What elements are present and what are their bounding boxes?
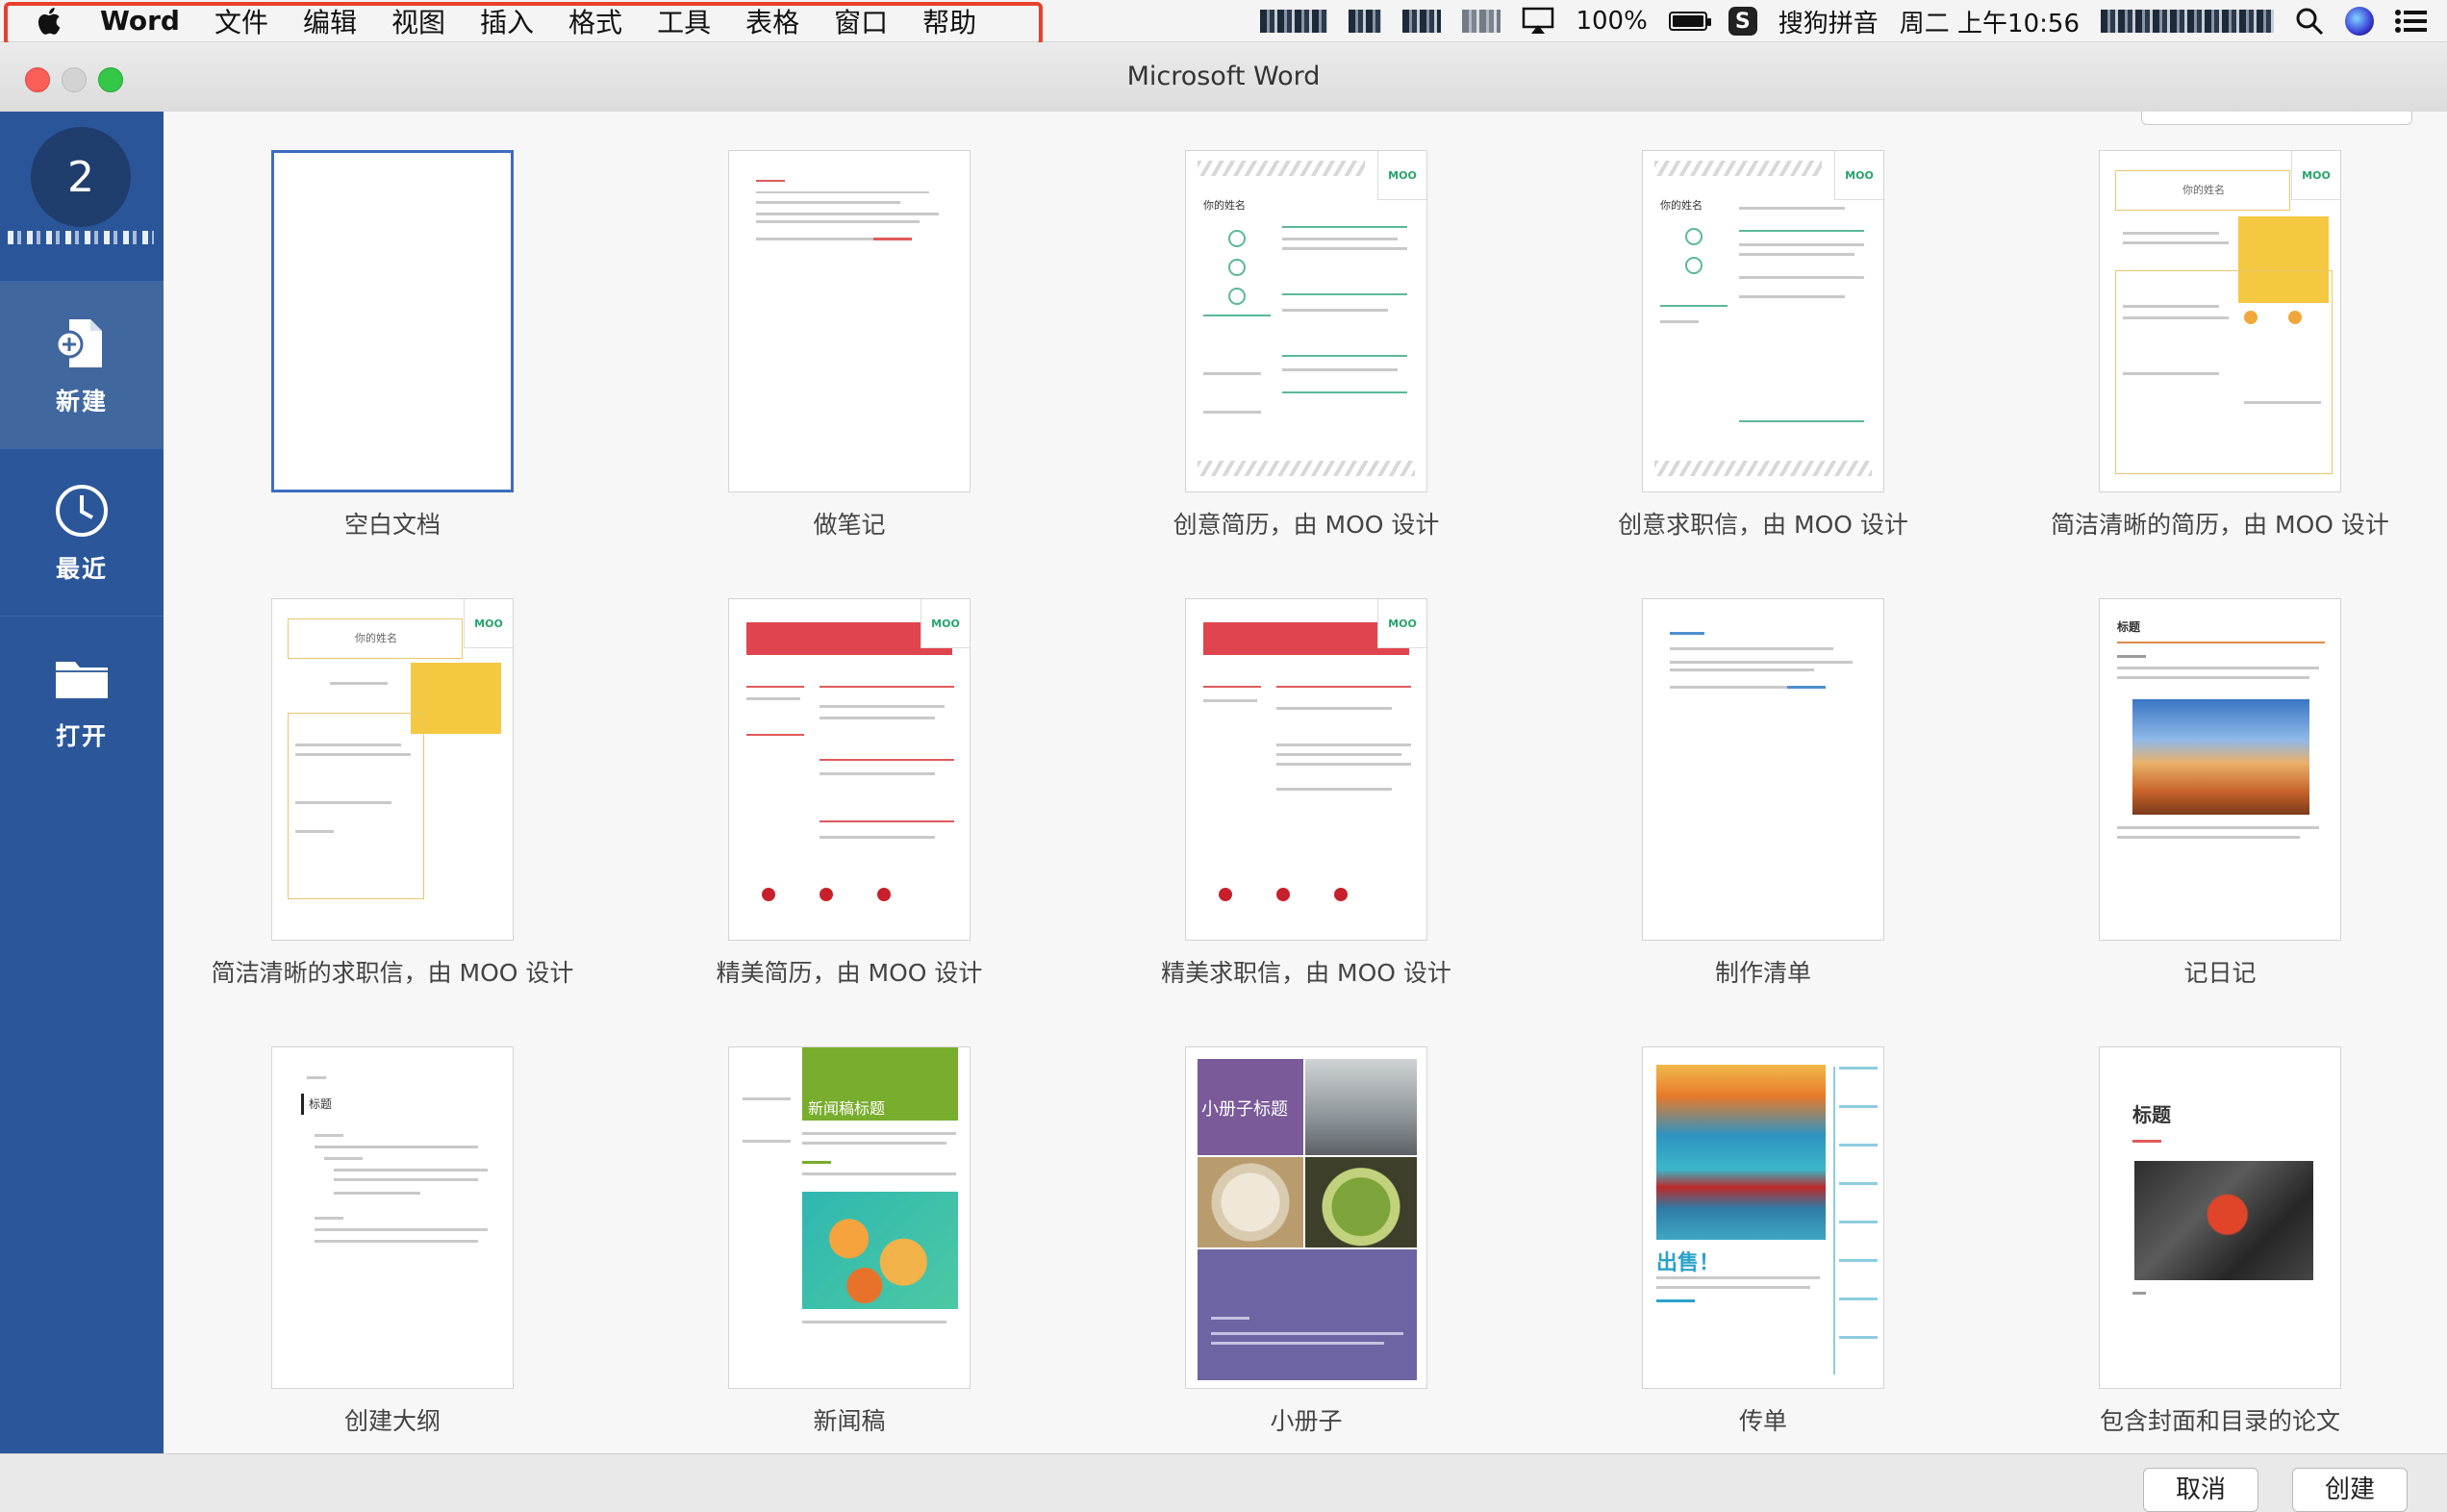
status-extra-icon[interactable] bbox=[1402, 10, 1442, 33]
new-document-icon bbox=[55, 318, 102, 367]
menu-window[interactable]: 窗口 bbox=[834, 2, 888, 40]
template-thumbnail[interactable] bbox=[728, 150, 971, 492]
template-label: 制作清单 bbox=[1714, 959, 1811, 987]
apple-icon[interactable] bbox=[33, 4, 67, 38]
template-polished-resume-moo[interactable]: MOO 精美简历，由 MOO 设计 bbox=[620, 598, 982, 1050]
status-extra-icon[interactable] bbox=[1260, 10, 1328, 33]
menu-insert[interactable]: 插入 bbox=[480, 2, 534, 40]
menu-format[interactable]: 格式 bbox=[568, 2, 622, 40]
menu-file[interactable]: 文件 bbox=[214, 2, 268, 40]
menu-bar: Word 文件 编辑 视图 插入 格式 工具 表格 窗口 帮助 100% S 搜… bbox=[0, 0, 2447, 46]
template-create-outline[interactable]: 标题 创建大纲 bbox=[164, 1046, 519, 1453]
input-method-label[interactable]: 搜狗拼音 bbox=[1778, 4, 1879, 39]
moo-logo: MOO bbox=[464, 599, 513, 648]
moo-logo: MOO bbox=[2291, 151, 2340, 200]
template-label: 简洁清晰的简历，由 MOO 设计 bbox=[2051, 511, 2389, 539]
template-take-notes[interactable]: 做笔记 bbox=[620, 150, 976, 602]
template-flyer[interactable]: 出售！ 传单 bbox=[1534, 1046, 1890, 1453]
template-label: 创意简历，由 MOO 设计 bbox=[1173, 511, 1440, 539]
template-creative-cover-letter-moo[interactable]: MOO 你的姓名 创意求职信，由 MOO 设计 bbox=[1534, 150, 1908, 602]
template-thumbnail[interactable]: 标题 bbox=[2099, 1046, 2341, 1389]
template-blank-document[interactable]: 空白文档 bbox=[164, 150, 519, 602]
cancel-button[interactable]: 取消 bbox=[2143, 1468, 2258, 1512]
create-button[interactable]: 创建 bbox=[2292, 1468, 2408, 1512]
template-thumbnail[interactable]: MOO bbox=[728, 598, 971, 941]
template-thumbnail[interactable]: 标题 bbox=[2099, 598, 2341, 941]
template-label: 创建大纲 bbox=[343, 1407, 441, 1435]
dialog-footer: 取消 创建 bbox=[0, 1453, 2447, 1512]
template-label: 精美简历，由 MOO 设计 bbox=[716, 959, 983, 987]
sidebar-item-label: 新建 bbox=[55, 387, 108, 416]
sidebar-item-open[interactable]: 打开 bbox=[0, 616, 164, 783]
sidebar: 2 新建 最近 打开 bbox=[0, 112, 164, 1453]
moo-logo: MOO bbox=[1377, 599, 1426, 648]
battery-icon[interactable] bbox=[1668, 12, 1711, 31]
template-thumbnail[interactable]: MOO 你的姓名 bbox=[1185, 150, 1427, 492]
template-label: 新闻稿 bbox=[813, 1407, 886, 1435]
template-thumbnail[interactable]: MOO 你的姓名 bbox=[1642, 150, 1884, 492]
menu-app-word[interactable]: Word bbox=[100, 5, 180, 37]
account-badge[interactable]: 2 bbox=[31, 127, 131, 227]
sidebar-item-label: 打开 bbox=[55, 721, 108, 750]
template-creative-resume-moo[interactable]: MOO 你的姓名 创意简历，由 MOO 设计 bbox=[1077, 150, 1439, 602]
template-label: 传单 bbox=[1738, 1407, 1787, 1435]
template-thumbnail[interactable]: 出售！ bbox=[1642, 1046, 1884, 1389]
status-extra-icon[interactable] bbox=[1349, 10, 1382, 33]
account-name-pixelated bbox=[8, 231, 154, 244]
template-thumbnail[interactable] bbox=[1642, 598, 1884, 941]
menu-view[interactable]: 视图 bbox=[391, 2, 445, 40]
account-area[interactable]: 2 bbox=[0, 112, 164, 281]
template-polished-cover-letter-moo[interactable]: MOO 精美求职信，由 MOO 设计 bbox=[1077, 598, 1451, 1050]
sidebar-item-label: 最近 bbox=[55, 554, 108, 583]
template-thumbnail[interactable]: 新闻稿标题 bbox=[728, 1046, 971, 1389]
battery-percent: 100% bbox=[1576, 7, 1648, 36]
template-label: 空白文档 bbox=[343, 511, 441, 539]
menu-tools[interactable]: 工具 bbox=[657, 2, 711, 40]
window-titlebar: Microsoft Word bbox=[0, 42, 2447, 113]
clock[interactable]: 周二 上午10:56 bbox=[1900, 4, 2080, 39]
template-clean-resume-moo[interactable]: MOO 你的姓名 简洁清晰的简历，由 MOO 设计 bbox=[1991, 150, 2389, 602]
template-clean-cover-letter-moo[interactable]: MOO 你的姓名 简洁清晰的求职信，由 MOO 设计 bbox=[164, 598, 573, 1050]
template-label: 创意求职信，由 MOO 设计 bbox=[1618, 511, 1908, 539]
template-label: 记日记 bbox=[2183, 959, 2257, 987]
template-journal[interactable]: 标题 记日记 bbox=[1991, 598, 2347, 1050]
spotlight-search-icon[interactable] bbox=[2295, 7, 2324, 36]
template-label: 简洁清晰的求职信，由 MOO 设计 bbox=[211, 959, 574, 987]
template-thumbnail[interactable]: 小册子标题 bbox=[1185, 1046, 1427, 1389]
status-extra-icon[interactable] bbox=[1462, 10, 1501, 33]
template-label: 包含封面和目录的论文 bbox=[2099, 1407, 2340, 1435]
notification-center-icon[interactable] bbox=[2395, 9, 2428, 34]
template-thumbnail[interactable]: MOO bbox=[1185, 598, 1427, 941]
user-name-pixelated[interactable] bbox=[2101, 10, 2274, 33]
siri-icon[interactable] bbox=[2345, 7, 2374, 36]
clock-icon bbox=[56, 484, 108, 537]
search-input[interactable] bbox=[2141, 112, 2412, 125]
moo-logo: MOO bbox=[1377, 151, 1426, 200]
menu-help[interactable]: 帮助 bbox=[922, 2, 976, 40]
template-gallery: 空白文档 做笔记 MOO 你的姓名 创意简历，由 MOO 设计 MOO 你的姓名… bbox=[164, 112, 2447, 1453]
template-label: 精美求职信，由 MOO 设计 bbox=[1161, 959, 1451, 987]
sidebar-item-new[interactable]: 新建 bbox=[0, 281, 164, 448]
template-newsletter[interactable]: 新闻稿标题 新闻稿 bbox=[620, 1046, 976, 1453]
template-label: 小册子 bbox=[1270, 1407, 1343, 1435]
template-label: 做笔记 bbox=[813, 511, 886, 539]
moo-logo: MOO bbox=[921, 599, 970, 648]
menu-table[interactable]: 表格 bbox=[745, 2, 799, 40]
template-make-list[interactable]: 制作清单 bbox=[1534, 598, 1890, 1050]
sogou-input-icon[interactable]: S bbox=[1728, 7, 1757, 36]
window-title: Microsoft Word bbox=[1126, 62, 1321, 91]
template-thumbnail[interactable]: 标题 bbox=[271, 1046, 514, 1389]
airplay-icon[interactable] bbox=[1522, 7, 1554, 36]
sidebar-item-recent[interactable]: 最近 bbox=[0, 448, 164, 616]
folder-icon bbox=[56, 661, 108, 698]
template-booklet[interactable]: 小册子标题 小册子 bbox=[1077, 1046, 1433, 1453]
moo-logo: MOO bbox=[1834, 151, 1883, 200]
template-paper-cover-toc[interactable]: 标题 包含封面和目录的论文 bbox=[1991, 1046, 2347, 1453]
template-thumbnail[interactable]: MOO 你的姓名 bbox=[271, 598, 514, 941]
template-thumbnail[interactable]: MOO 你的姓名 bbox=[2099, 150, 2341, 492]
status-area: 100% S 搜狗拼音 周二 上午10:56 bbox=[1239, 0, 2428, 42]
template-thumbnail[interactable] bbox=[271, 150, 514, 492]
menu-edit[interactable]: 编辑 bbox=[303, 2, 357, 40]
